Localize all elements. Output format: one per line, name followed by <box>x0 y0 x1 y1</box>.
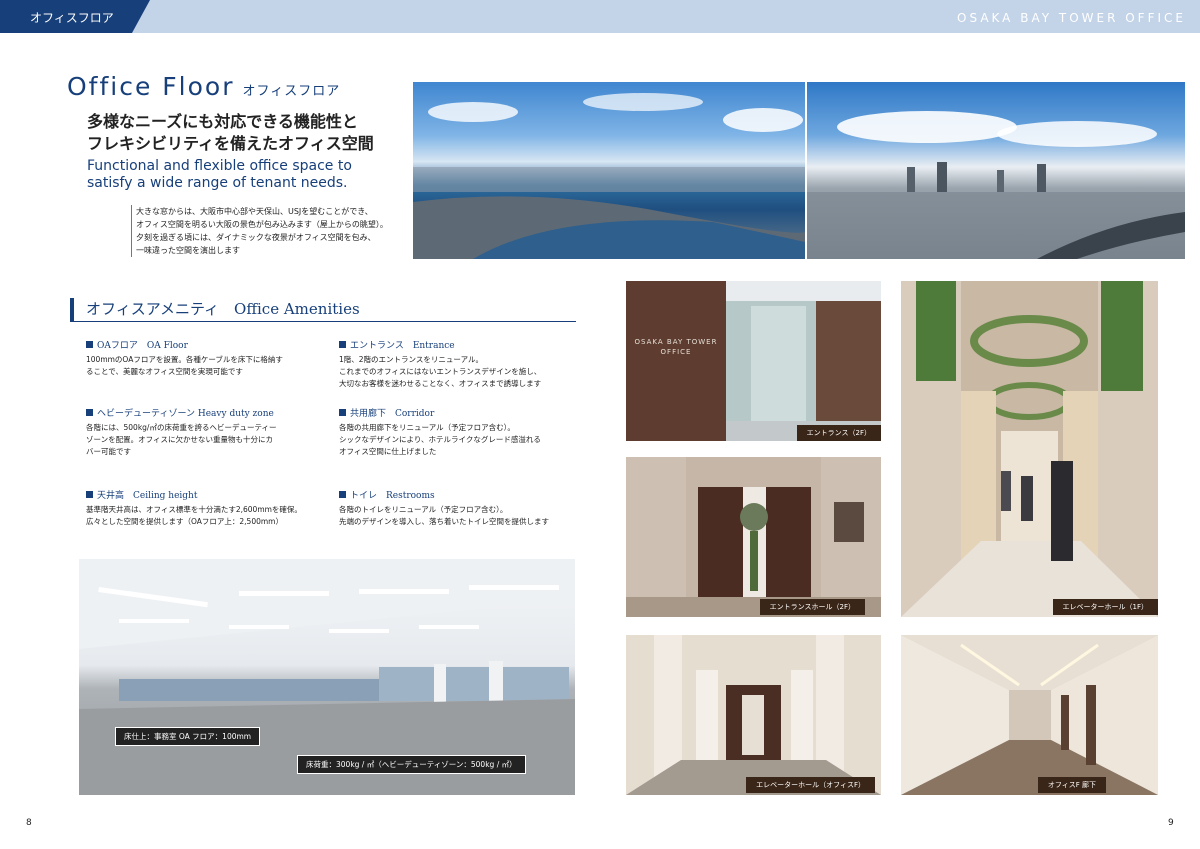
title-main: Office Floor <box>67 72 235 101</box>
amenity-title: OAフロア OA Floor <box>97 341 188 351</box>
amenity-title: 天井高 Ceiling height <box>97 491 198 501</box>
amenities-heading: オフィスアメニティ Office Amenities <box>70 298 576 322</box>
amenity-body-line: 先端のデザインを導入し、落ち着いたトイレ空間を提供します <box>339 517 549 526</box>
entrance-sign-line: OFFICE <box>660 348 692 356</box>
intro-line: オフィス空間を明るい大阪の景色が包み込みます（屋上からの眺望）。 <box>136 220 388 229</box>
amenity-corridor: 共用廊下 Corridor 各階の共用廊下をリニューアル（予定フロア含む）。シッ… <box>339 406 579 458</box>
caption-office-corridor: オフィスF 廊下 <box>1037 777 1106 793</box>
amenity-body-line: 各階には、500kg/㎡の床荷重を誇るヘビーデューティー <box>86 423 277 432</box>
amenity-body-line: これまでのオフィスにはないエントランスデザインを施し、 <box>339 367 542 376</box>
page-title: Office Floor オフィスフロア <box>67 72 340 101</box>
amenity-body-line: 1階、2階のエントランスをリニューアル。 <box>339 355 484 364</box>
floor-finish-label: 床仕上：事務室 OA フロア：100mm <box>115 727 261 746</box>
caption-elevator-hall-office: エレベーターホール（オフィスF） <box>746 777 875 793</box>
square-bullet-icon <box>86 491 93 498</box>
caption-entrance-hall-2f: エントランスホール（2F） <box>759 599 865 615</box>
intro-line: 大きな窓からは、大阪市中心部や天保山、USJを望むことができ、 <box>136 207 373 216</box>
heading-jp-line: 多様なニーズにも対応できる機能性と <box>87 112 358 131</box>
office-floor-photo: 床仕上：事務室 OA フロア：100mm 床荷重：300kg / ㎡（ヘビーデュ… <box>79 559 575 795</box>
square-bullet-icon <box>339 341 346 348</box>
panorama-bay-photo <box>413 82 805 259</box>
entrance-sign: OSAKA BAY TOWER OFFICE <box>628 337 724 357</box>
intro-line: 夕刻を過ぎる頃には、ダイナミックな夜景がオフィス空間を包み、 <box>136 233 376 242</box>
amenity-body-line: 広々とした空間を提供します（OAフロア上：2,500mm） <box>86 517 283 526</box>
intro-line: 一味違った空間を演出します <box>136 246 240 255</box>
section-tab: オフィスフロア <box>0 0 150 33</box>
entrance-hall-2f-photo: エントランスホール（2F） <box>626 457 881 617</box>
page-number-left: 8 <box>26 818 32 828</box>
amenity-body-line: 大切なお客様を迷わせることなく、オフィスまで誘導します <box>339 379 542 388</box>
amenity-title: 共用廊下 Corridor <box>350 409 435 419</box>
amenity-body-line: バー可能です <box>86 447 131 456</box>
amenity-ceiling-height: 天井高 Ceiling height 基準階天井高は、オフィス標準を十分満たす2… <box>86 488 326 528</box>
amenity-body-line: 基準階天井高は、オフィス標準を十分満たす2,600mmを確保。 <box>86 505 302 514</box>
amenity-oa-floor: OAフロア OA Floor 100mmのOAフロアを設置。各種ケーブルを床下に… <box>86 338 326 378</box>
caption-elevator-hall-1f: エレベーターホール（1F） <box>1052 599 1158 615</box>
square-bullet-icon <box>86 409 93 416</box>
office-corridor-photo: オフィスF 廊下 <box>901 635 1158 795</box>
header-bar: オフィスフロア OSAKA BAY TOWER OFFICE <box>0 0 1200 33</box>
heading-english: Functional and flexible office space to … <box>87 158 407 192</box>
amenity-heavy-duty: ヘビーデューティゾーン Heavy duty zone 各階には、500kg/㎡… <box>86 406 326 458</box>
amenity-body-line: ゾーンを配置。オフィスに欠かせない重量物も十分にカ <box>86 435 273 444</box>
page-number-right: 9 <box>1168 818 1174 828</box>
amenity-entrance: エントランス Entrance 1階、2階のエントランスをリニューアル。これまで… <box>339 338 579 390</box>
amenity-restrooms: トイレ Restrooms 各階のトイレをリニューアル（予定フロア含む）。先端の… <box>339 488 579 528</box>
amenity-title: エントランス Entrance <box>350 341 455 351</box>
heading-en-line: satisfy a wide range of tenant needs. <box>87 175 348 191</box>
intro-text: 大きな窓からは、大阪市中心部や天保山、USJを望むことができ、 オフィス空間を明… <box>131 205 396 257</box>
floor-load-label: 床荷重：300kg / ㎡（ヘビーデューティゾーン：500kg / ㎡） <box>297 755 526 774</box>
amenity-title: トイレ Restrooms <box>350 491 435 501</box>
caption-entrance-2f: エントランス（2F） <box>796 425 881 441</box>
square-bullet-icon <box>86 341 93 348</box>
heading-jp-line: フレキシビリティを備えたオフィス空間 <box>87 134 374 153</box>
entrance-2f-photo: OSAKA BAY TOWER OFFICE エントランス（2F） <box>626 281 881 441</box>
square-bullet-icon <box>339 491 346 498</box>
amenity-title: ヘビーデューティゾーン Heavy duty zone <box>97 409 274 419</box>
amenity-body-line: ることで、美麗なオフィス空間を実現可能です <box>86 367 243 376</box>
square-bullet-icon <box>339 409 346 416</box>
title-sub: オフィスフロア <box>242 84 341 99</box>
elevator-hall-1f-photo: エレベーターホール（1F） <box>901 281 1158 617</box>
amenity-body-line: 100mmのOAフロアを設置。各種ケーブルを床下に格納す <box>86 355 283 364</box>
heading-japanese: 多様なニーズにも対応できる機能性と フレキシビリティを備えたオフィス空間 <box>87 111 407 155</box>
amenity-body-line: 各階の共用廊下をリニューアル（予定フロア含む）。 <box>339 423 515 432</box>
elevator-hall-office-photo: エレベーターホール（オフィスF） <box>626 635 881 795</box>
panorama-city-photo <box>807 82 1185 259</box>
amenity-body-line: シックなデザインにより、ホテルライクなグレード感溢れる <box>339 435 541 444</box>
heading-en-line: Functional and flexible office space to <box>87 158 352 174</box>
entrance-sign-line: OSAKA BAY TOWER <box>634 338 718 346</box>
brand-name: OSAKA BAY TOWER OFFICE <box>957 11 1186 25</box>
amenity-body-line: 各階のトイレをリニューアル（予定フロア含む）。 <box>339 505 508 514</box>
amenity-body-line: オフィス空間に仕上げました <box>339 447 437 456</box>
